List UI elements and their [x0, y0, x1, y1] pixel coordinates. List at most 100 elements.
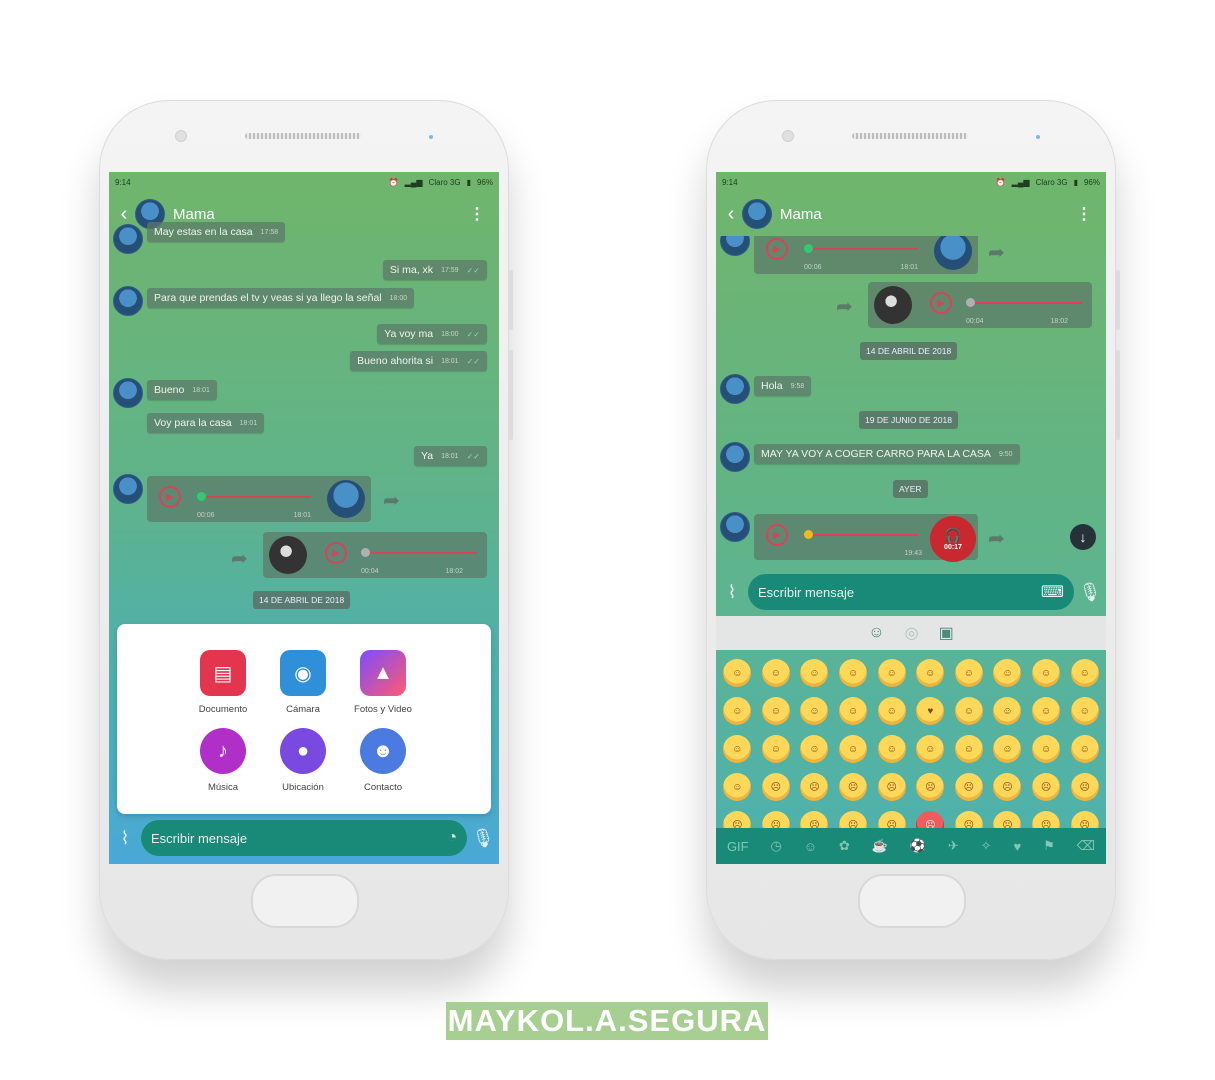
emoji[interactable]: ☹ — [877, 773, 906, 801]
voice-progress-track[interactable] — [808, 534, 918, 536]
emoji[interactable]: ☺ — [1070, 735, 1099, 763]
emoji[interactable]: ☺ — [954, 697, 983, 725]
food-category-icon[interactable]: ☕ — [872, 838, 888, 854]
forward-icon[interactable]: ➦ — [988, 240, 1005, 265]
emoji[interactable]: ☹ — [800, 811, 829, 828]
activity-category-icon[interactable]: ⚽ — [910, 838, 926, 854]
contact-name[interactable]: Mama — [173, 206, 215, 223]
emoji[interactable]: ☺ — [800, 697, 829, 725]
emoji[interactable]: ☹ — [954, 811, 983, 828]
emoji-tab-icon[interactable]: ☺ — [868, 624, 884, 642]
attach-camera[interactable]: ◉ Cámara — [263, 650, 343, 715]
voice-progress-track[interactable] — [972, 302, 1082, 304]
emoji[interactable]: ☹ — [877, 811, 906, 828]
play-icon[interactable]: ▶ — [325, 542, 347, 564]
more-vertical-icon[interactable]: ⋮ — [469, 204, 485, 224]
attach-document[interactable]: ▤ Documento — [183, 650, 263, 715]
emoji[interactable]: ☺ — [954, 735, 983, 763]
sticker-icon[interactable]: ◔ — [447, 829, 457, 847]
gif-search-icon[interactable]: ◎ — [905, 623, 919, 643]
paperclip-icon[interactable]: ⌇ — [716, 582, 748, 603]
voice-progress-knob[interactable] — [361, 548, 370, 557]
emoji[interactable]: ☹ — [761, 773, 790, 801]
play-icon[interactable]: ▶ — [766, 238, 788, 260]
message-bubble[interactable]: Ya voy ma 18:00 ✓✓ — [377, 324, 487, 344]
emoji[interactable]: ☹ — [761, 811, 790, 828]
animal-category-icon[interactable]: ✿ — [839, 838, 850, 854]
smiley-category-icon[interactable]: ☺ — [804, 839, 817, 854]
scroll-down-button[interactable]: ↓ — [1070, 524, 1096, 550]
attach-photos[interactable]: ▲ Fotos y Video — [343, 650, 423, 715]
emoji-grid[interactable]: ☺ ☺ ☺ ☺ ☺ ☺ ☺ ☺ ☺ ☺ ☺ ☺ ☺ ☺ ☺ ♥ ☺ ☺ ☺ ☺ … — [716, 650, 1106, 828]
recent-icon[interactable]: ◷ — [771, 838, 782, 854]
flag-category-icon[interactable]: ⚑ — [1043, 838, 1055, 854]
message-list[interactable]: ▶ 00:06 18:01 ➦ ➦ ▶ 00:04 18:02 14 DE AB… — [716, 236, 1106, 616]
paperclip-icon[interactable]: ⌇ — [109, 828, 141, 849]
emoji[interactable]: ☺ — [916, 659, 945, 687]
play-icon[interactable]: ▶ — [766, 524, 788, 546]
forward-icon[interactable]: ➦ — [383, 488, 400, 513]
message-bubble[interactable]: Voy para la casa 18:01 — [147, 413, 265, 433]
message-bubble[interactable]: Bueno 18:01 — [147, 380, 217, 400]
emoji[interactable]: ☺ — [761, 697, 790, 725]
emoji[interactable]: ☺ — [954, 659, 983, 687]
object-category-icon[interactable]: ✧ — [981, 838, 992, 854]
emoji[interactable]: ♥ — [916, 697, 945, 725]
forward-icon[interactable]: ➦ — [836, 294, 853, 319]
emoji[interactable]: ☺ — [839, 659, 868, 687]
emoji[interactable]: ☹ — [1032, 811, 1061, 828]
attach-music[interactable]: ♪ Música — [183, 728, 263, 793]
message-bubble[interactable]: Si ma, xk 17:59 ✓✓ — [382, 260, 487, 280]
keyboard-icon[interactable]: ⌨ — [1041, 582, 1064, 602]
contact-name[interactable]: Mama — [780, 206, 822, 223]
emoji[interactable]: ☹ — [993, 811, 1022, 828]
emoji[interactable]: ☺ — [1032, 659, 1061, 687]
emoji[interactable]: ☹ — [916, 811, 945, 828]
message-bubble[interactable]: Ya 18:01 ✓✓ — [413, 446, 487, 466]
voice-progress-knob[interactable] — [804, 244, 813, 253]
message-bubble[interactable]: Bueno ahorita si 18:01 ✓✓ — [350, 351, 487, 371]
emoji[interactable]: ☺ — [723, 735, 752, 763]
emoji[interactable]: ☺ — [993, 735, 1022, 763]
voice-message[interactable]: ▶ 00:06 18:01 — [754, 236, 978, 274]
emoji[interactable]: ☹ — [993, 773, 1022, 801]
emoji[interactable]: ☺ — [761, 735, 790, 763]
travel-category-icon[interactable]: ✈ — [948, 838, 959, 854]
emoji[interactable]: ☹ — [839, 773, 868, 801]
forward-icon[interactable]: ➦ — [231, 546, 248, 571]
emoji[interactable]: ☺ — [1070, 659, 1099, 687]
home-button[interactable] — [858, 874, 966, 928]
emoji[interactable]: ☹ — [1032, 773, 1061, 801]
emoji[interactable]: ☹ — [800, 773, 829, 801]
emoji[interactable]: ☹ — [916, 773, 945, 801]
microphone-icon[interactable]: 🎙 — [467, 828, 499, 849]
message-bubble[interactable]: May estas en la casa 17:58 — [147, 222, 286, 242]
chevron-left-icon[interactable]: ‹ — [720, 203, 742, 226]
emoji[interactable]: ☺ — [1032, 735, 1061, 763]
avatar[interactable] — [742, 199, 772, 229]
gif-icon[interactable]: GIF — [727, 839, 749, 854]
sticker-tab-icon[interactable]: ▣ — [939, 623, 954, 643]
voice-progress-knob[interactable] — [966, 298, 975, 307]
voice-progress-track[interactable] — [367, 552, 477, 554]
attach-contact[interactable]: ☻ Contacto — [343, 728, 423, 793]
emoji[interactable]: ☺ — [839, 735, 868, 763]
attach-location[interactable]: ● Ubicación — [263, 728, 343, 793]
voice-message[interactable]: ▶ 00:06 18:01 — [147, 476, 371, 522]
voice-progress-knob[interactable] — [804, 530, 813, 539]
play-icon[interactable]: ▶ — [159, 486, 181, 508]
microphone-icon[interactable]: 🎙 — [1074, 582, 1106, 603]
message-input[interactable]: Escribir mensaje ⌨ — [748, 574, 1074, 610]
emoji[interactable]: ☺ — [877, 697, 906, 725]
emoji[interactable]: ☺ — [916, 735, 945, 763]
message-input[interactable]: Escribir mensaje ◔ — [141, 820, 467, 856]
voice-message[interactable]: ▶ 00:04 18:02 — [263, 532, 487, 578]
emoji[interactable]: ☺ — [1032, 697, 1061, 725]
emoji[interactable]: ☺ — [723, 659, 752, 687]
message-bubble[interactable]: Para que prendas el tv y veas si ya lleg… — [147, 288, 415, 308]
chevron-left-icon[interactable]: ‹ — [113, 203, 135, 226]
backspace-icon[interactable]: ⌫ — [1077, 838, 1095, 854]
emoji[interactable]: ☺ — [877, 659, 906, 687]
play-icon[interactable]: ▶ — [930, 292, 952, 314]
emoji[interactable]: ☺ — [800, 735, 829, 763]
